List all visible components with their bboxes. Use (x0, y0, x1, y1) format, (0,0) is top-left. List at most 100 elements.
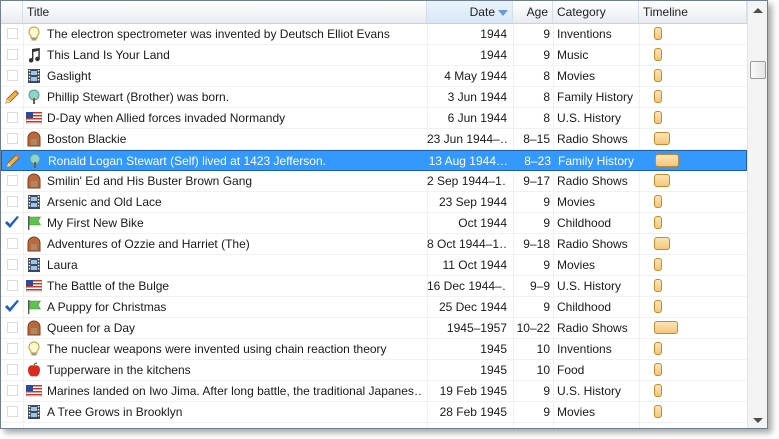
row-date: Oct 1944 (458, 216, 507, 230)
table-row[interactable]: Ronald Logan Stewart (Self) lived at 142… (1, 150, 747, 171)
timeline-bar (654, 237, 670, 250)
row-category: Movies (557, 69, 596, 83)
scroll-thumb[interactable] (750, 61, 766, 79)
row-title: Arsenic and Old Lace (47, 195, 162, 209)
row-checkbox[interactable] (4, 66, 22, 86)
table-row[interactable]: The Battle of the Bulge 16 Dec 1944–… 9–9 U… (1, 276, 747, 297)
row-age: 9–18 (523, 237, 550, 251)
timeline-bar (654, 69, 662, 82)
table-row[interactable]: A Puppy for Christmas 25 Dec 1944 9 Childho… (1, 297, 747, 318)
row-checkbox[interactable] (4, 381, 22, 401)
table-row[interactable]: The electron spectrometer was invented b… (1, 24, 747, 45)
row-checkbox[interactable] (4, 318, 22, 338)
film-icon (25, 66, 43, 86)
row-title: Boston Blackie (47, 132, 127, 146)
row-title: This Land Is Your Land (47, 48, 170, 62)
row-checkbox[interactable] (4, 171, 22, 191)
table-row[interactable]: This Land Is Your Land 1944 9 Music (1, 45, 747, 66)
vertical-scrollbar[interactable] (747, 1, 767, 428)
row-date: 1945–1957 (446, 321, 507, 335)
header-category[interactable]: Category (553, 1, 639, 23)
timeline-bar (654, 195, 662, 208)
row-checkbox[interactable] (4, 108, 22, 128)
pencil-icon[interactable] (5, 151, 23, 171)
table-row[interactable]: The nuclear weapons were invented using … (1, 339, 747, 360)
row-category: Childhood (557, 216, 612, 230)
row-checkbox[interactable] (4, 276, 22, 296)
radio-icon (25, 129, 43, 149)
table-row[interactable]: Marines landed on Iwo Jima. After long b… (1, 381, 747, 402)
header-date[interactable]: Date (427, 1, 513, 23)
row-date: 23 Sep 1944 (438, 195, 507, 209)
row-title: The nuclear weapons were invented using … (47, 342, 387, 356)
timeline-cell (640, 108, 746, 128)
table-row[interactable]: My First New Bike Oct 1944 9 Childhood (1, 213, 747, 234)
timeline-bar (654, 111, 662, 124)
table-row[interactable]: Smilin' Ed and His Buster Brown Gang 2 Se… (1, 171, 747, 192)
row-date: 28 Feb 1945 (439, 405, 507, 419)
row-checkbox[interactable] (4, 402, 22, 422)
table-row[interactable]: Boston Blackie 23 Jun 1944–… 8–15 Radio Sho… (1, 129, 747, 150)
row-title: Phillip Stewart (Brother) was born. (47, 90, 230, 104)
timeline-cell (640, 45, 746, 65)
timeline-cell (640, 192, 746, 212)
header-check-column[interactable] (1, 1, 23, 23)
pencil-icon[interactable] (4, 87, 22, 107)
row-age: 8 (543, 111, 550, 125)
row-checkbox[interactable] (4, 234, 22, 254)
row-date: 2 Sep 1944–1… (427, 174, 507, 188)
row-checkbox[interactable] (4, 255, 22, 275)
row-category: Radio Shows (557, 321, 628, 335)
table-row[interactable]: Gaslight 4 May 1944 8 Movies (1, 66, 747, 87)
row-checkbox[interactable] (4, 129, 22, 149)
scroll-down-icon[interactable] (753, 418, 763, 423)
timeline-cell (640, 339, 746, 359)
table-row[interactable]: Adventures of Ozzie and Harriet (The) 8 O… (1, 234, 747, 255)
row-age: 8–23 (524, 154, 551, 168)
row-checkbox[interactable] (4, 360, 22, 380)
row-age: 8–15 (523, 132, 550, 146)
row-checkbox[interactable] (4, 192, 22, 212)
row-category: Inventions (557, 27, 612, 41)
scroll-up-icon[interactable] (753, 8, 763, 13)
row-title: My First New Bike (47, 216, 144, 230)
table-row[interactable]: Tupperware in the kitchens 1945 10 Food (1, 360, 747, 381)
row-date: 1944 (480, 48, 507, 62)
row-date: 16 Dec 1944–… (427, 279, 507, 293)
table-row[interactable]: Arsenic and Old Lace 23 Sep 1944 9 Movies (1, 192, 747, 213)
row-date: 8 Oct 1944–1… (427, 237, 507, 251)
timeline-cell (640, 297, 746, 317)
row-checkbox[interactable] (4, 339, 22, 359)
checkmark-icon[interactable] (4, 297, 22, 317)
row-category: Family History (557, 90, 634, 104)
row-age: 9 (543, 258, 550, 272)
table-row[interactable]: Laura 11 Oct 1944 9 Movies (1, 255, 747, 276)
checkmark-icon[interactable] (4, 213, 22, 233)
row-date: 25 Dec 1944 (438, 300, 507, 314)
lightbulb-icon (25, 339, 43, 359)
table-row[interactable]: Queen for a Day 1945–1957 10–22 Radio Shows (1, 318, 747, 339)
row-category: Food (557, 363, 585, 377)
timeline-bar (655, 154, 679, 167)
row-category: U.S. History (557, 111, 622, 125)
row-checkbox[interactable] (4, 24, 22, 44)
row-checkbox[interactable] (4, 45, 22, 65)
event-list-window: Title Date Age Category Timeline The ele… (0, 0, 768, 429)
row-age: 9–17 (523, 174, 550, 188)
row-category: Childhood (557, 300, 612, 314)
header-timeline[interactable]: Timeline (639, 1, 747, 23)
row-title: A Tree Grows in Brooklyn (47, 405, 183, 419)
timeline-cell (640, 255, 746, 275)
table-row[interactable]: Phillip Stewart (Brother) was born. 3 Jun… (1, 87, 747, 108)
header-title[interactable]: Title (23, 1, 427, 23)
radio-icon (25, 318, 43, 338)
timeline-bar (654, 363, 662, 376)
header-age[interactable]: Age (513, 1, 553, 23)
table-row[interactable]: D-Day when Allied forces invaded Normand… (1, 108, 747, 129)
timeline-bar (654, 174, 670, 187)
table-row[interactable]: A Tree Grows in Brooklyn 28 Feb 1945 9 Movi… (1, 402, 747, 423)
timeline-bar (654, 216, 662, 229)
timeline-cell (640, 129, 746, 149)
timeline-cell (640, 276, 746, 296)
sort-descending-icon (498, 9, 508, 16)
